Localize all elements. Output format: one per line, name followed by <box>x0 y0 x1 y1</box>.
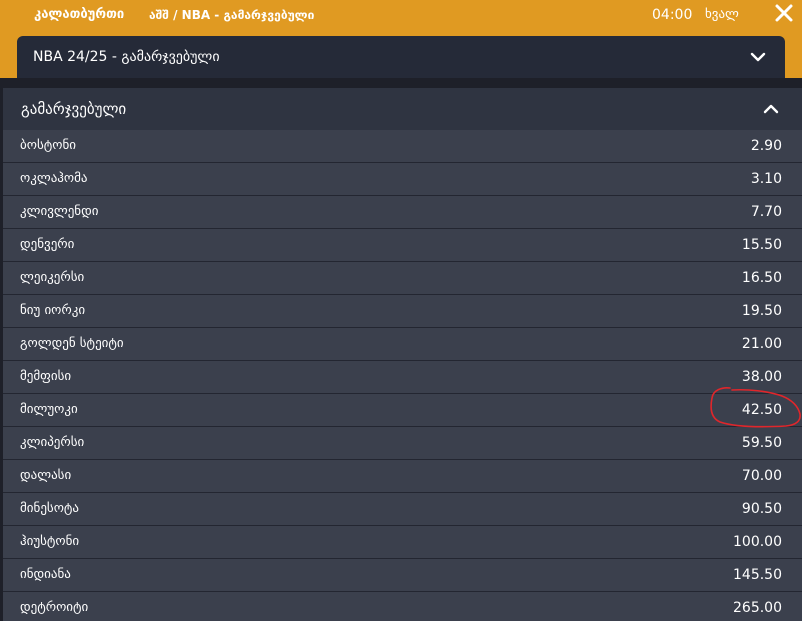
odds-row[interactable]: დალასი 70.00 <box>3 460 802 493</box>
odd-value[interactable]: 3.10 <box>751 163 782 195</box>
odds-row[interactable]: ბოსტონი 2.90 <box>3 130 802 163</box>
chevron-up-icon <box>763 104 779 114</box>
odd-value[interactable]: 59.50 <box>742 427 782 459</box>
event-time: 04:00 <box>652 7 693 23</box>
team-name: კლიპერსი <box>20 435 85 450</box>
odd-value[interactable]: 19.50 <box>742 295 782 327</box>
odds-row[interactable]: ლეიკერსი 16.50 <box>3 262 802 295</box>
event-breadcrumb: აშშ / NBA - გამარჯვებული <box>149 8 315 22</box>
close-button[interactable] <box>773 2 795 24</box>
team-name: ლეიკერსი <box>20 270 85 285</box>
team-name: მილუოკი <box>20 402 78 417</box>
sport-title: კალათბურთი <box>34 7 125 22</box>
odds-row[interactable]: დენვერი 15.50 <box>3 229 802 262</box>
odd-value[interactable]: 38.00 <box>742 361 782 393</box>
team-name: ბოსტონი <box>20 138 76 153</box>
odd-value[interactable]: 145.50 <box>733 559 782 591</box>
odds-row[interactable]: კლიპერსი 59.50 <box>3 427 802 460</box>
odd-value[interactable]: 16.50 <box>742 262 782 294</box>
league-dropdown[interactable]: NBA 24/25 - გამარჯვებული <box>17 36 785 78</box>
team-name: დეტროიტი <box>20 600 89 615</box>
team-name: მინესოტა <box>20 501 80 516</box>
odds-list: ბოსტონი 2.90 ოკლაჰომა 3.10 კლივლენდი 7.70 დენვ… <box>3 130 802 621</box>
team-name: დენვერი <box>20 237 75 252</box>
odds-row[interactable]: მილუოკი 42.50 <box>3 394 802 427</box>
chevron-down-icon <box>750 52 766 62</box>
team-name: ნიუ იორკი <box>20 303 86 318</box>
odds-row[interactable]: დეტროიტი 265.00 <box>3 592 802 621</box>
odds-row[interactable]: ინდიანა 145.50 <box>3 559 802 592</box>
odd-value[interactable]: 21.00 <box>742 328 782 360</box>
odds-row[interactable]: ჰიუსტონი 100.00 <box>3 526 802 559</box>
odds-row[interactable]: მემფისი 38.00 <box>3 361 802 394</box>
team-name: დალასი <box>20 468 72 483</box>
team-name: გოლდენ სტეიტი <box>20 336 124 351</box>
betting-market-panel: კალათბურთი აშშ / NBA - გამარჯვებული 04:0… <box>0 0 802 621</box>
odds-row[interactable]: მინესოტა 90.50 <box>3 493 802 526</box>
odd-value[interactable]: 2.90 <box>751 130 782 162</box>
odd-value[interactable]: 265.00 <box>733 592 782 621</box>
odd-value[interactable]: 7.70 <box>751 196 782 228</box>
event-header: კალათბურთი აშშ / NBA - გამარჯვებული 04:0… <box>0 0 802 78</box>
odd-value[interactable]: 70.00 <box>742 460 782 492</box>
odd-value[interactable]: 42.50 <box>742 394 782 426</box>
odds-row[interactable]: გოლდენ სტეიტი 21.00 <box>3 328 802 361</box>
odd-value[interactable]: 100.00 <box>733 526 782 558</box>
close-icon <box>775 4 793 22</box>
event-day: ხვალ <box>705 7 739 22</box>
market-accordion-header[interactable]: გამარჯვებული <box>3 88 802 130</box>
odd-value[interactable]: 90.50 <box>742 493 782 525</box>
odds-row[interactable]: ოკლაჰომა 3.10 <box>3 163 802 196</box>
team-name: მემფისი <box>20 369 72 384</box>
odds-row[interactable]: კლივლენდი 7.70 <box>3 196 802 229</box>
league-dropdown-label: NBA 24/25 - გამარჯვებული <box>33 49 220 65</box>
team-name: ინდიანა <box>20 567 71 582</box>
odd-value[interactable]: 15.50 <box>742 229 782 261</box>
market-title: გამარჯვებული <box>21 100 127 118</box>
odds-row[interactable]: ნიუ იორკი 19.50 <box>3 295 802 328</box>
team-name: ჰიუსტონი <box>20 534 80 549</box>
team-name: კლივლენდი <box>20 204 99 219</box>
team-name: ოკლაჰომა <box>20 171 88 186</box>
